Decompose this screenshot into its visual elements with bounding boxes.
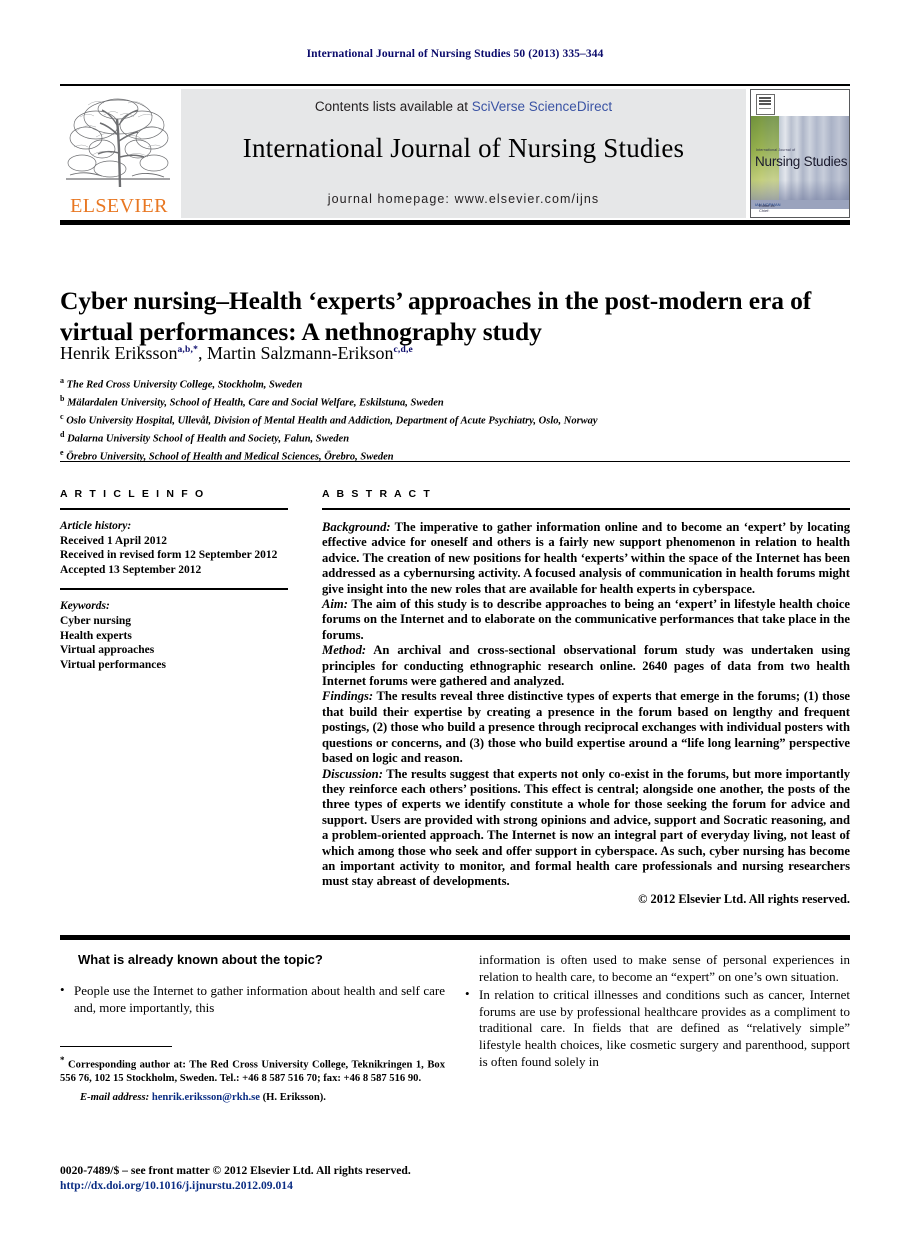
abstract-section-text: The imperative to gather information onl…	[322, 520, 850, 596]
keywords-divider	[60, 588, 288, 591]
cover-editor-label: Editor-in-Chief:	[759, 203, 776, 213]
email-label: E-mail address:	[80, 1091, 150, 1103]
footnote-block: * Corresponding author at: The Red Cross…	[60, 1046, 445, 1104]
elsevier-wordmark: ELSEVIER	[70, 195, 168, 217]
asterisk-icon: *	[60, 1055, 65, 1065]
running-head: International Journal of Nursing Studies…	[306, 48, 604, 60]
affiliation-item: b Mälardalen University, School of Healt…	[60, 392, 850, 410]
abstract-section-text: The results reveal three distinctive typ…	[322, 689, 850, 766]
email-note: E-mail address: henrik.eriksson@rkh.se (…	[60, 1091, 445, 1104]
abstract-section: Method: An archival and cross-sectional …	[322, 643, 850, 689]
abstract-column: A B S T R A C T Background: The imperati…	[322, 488, 850, 907]
issn-line: 0020-7489/$ – see front matter © 2012 El…	[60, 1164, 411, 1177]
journal-article-page: International Journal of Nursing Studies…	[0, 0, 907, 1238]
affiliation-text: The Red Cross University College, Stockh…	[66, 379, 303, 391]
abstract-section: Discussion: The results suggest that exp…	[322, 767, 850, 890]
affiliation-list: a The Red Cross University College, Stoc…	[60, 374, 850, 464]
highlight-bullet: In relation to critical illnesses and co…	[465, 986, 850, 1070]
highlights-title: What is already known about the topic?	[78, 952, 323, 967]
highlights-bullet-list: People use the Internet to gather inform…	[60, 982, 445, 1016]
author-marks-1: a,b,*	[177, 345, 199, 355]
affiliation-mark: a	[60, 376, 64, 385]
highlights-bullet-list-continued: In relation to critical illnesses and co…	[465, 986, 850, 1070]
author-name-2: Martin Salzmann-Erikson	[207, 343, 394, 363]
keyword-item: Health experts	[60, 629, 132, 642]
abstract-section-label: Discussion:	[322, 766, 383, 781]
abstract-section: Background: The imperative to gather inf…	[322, 520, 850, 597]
keywords-block: Keywords: Cyber nursing Health experts V…	[60, 599, 288, 672]
cover-publisher-logo-icon	[756, 94, 775, 115]
affiliation-text: Mälardalen University, School of Health,…	[67, 397, 444, 409]
author-list: Henrik Erikssona,b,*, Martin Salzmann-Er…	[60, 343, 850, 364]
article-info-rule	[60, 508, 288, 510]
author-marks-2: c,d,e	[393, 345, 413, 355]
highlights-top-rule	[60, 935, 850, 940]
abstract-section-label: Method:	[322, 643, 367, 658]
cover-editor-strip: Editor-in-Chief: IAN NORMAN	[751, 200, 849, 213]
abstract-section-label: Findings:	[322, 689, 374, 704]
affiliation-text: Dalarna University School of Health and …	[67, 433, 350, 445]
article-info-column: A R T I C L E I N F O Article history: R…	[60, 488, 288, 672]
corresponding-author-text: Corresponding author at: The Red Cross U…	[60, 1059, 445, 1084]
abstract-copyright: © 2012 Elsevier Ltd. All rights reserved…	[638, 891, 850, 906]
corresponding-author-note: * Corresponding author at: The Red Cross…	[60, 1054, 445, 1085]
highlights-right-column: information is often used to make sense …	[465, 952, 850, 1072]
cover-kicker: International Journal of	[756, 148, 796, 152]
abstract-section: Findings: The results reveal three disti…	[322, 689, 850, 766]
journal-banner: Contents lists available at SciVerse Sci…	[181, 89, 746, 218]
masthead-bottom-rule	[60, 220, 850, 225]
author-name-1: Henrik Eriksson	[60, 343, 178, 363]
highlight-bullet: People use the Internet to gather inform…	[60, 982, 445, 1016]
doi-link[interactable]: http://dx.doi.org/10.1016/j.ijnurstu.201…	[60, 1178, 480, 1193]
abstract-heading: A B S T R A C T	[322, 488, 432, 500]
history-item: Accepted 13 September 2012	[60, 563, 202, 576]
email-link[interactable]: henrik.eriksson@rkh.se	[152, 1092, 260, 1103]
journal-cover-thumbnail: International Journal of Nursing Studies…	[750, 89, 850, 218]
highlights-left-column: What is already known about the topic? P…	[60, 952, 445, 1018]
keywords-label: Keywords:	[60, 600, 110, 613]
contents-line: Contents lists available at SciVerse Sci…	[181, 99, 746, 114]
article-title: Cyber nursing–Health ‘experts’ approache…	[60, 286, 812, 347]
affiliation-mark: c	[60, 411, 64, 421]
abstract-section: Aim: The aim of this study is to describ…	[322, 597, 850, 643]
affiliation-mark: e	[60, 447, 64, 457]
highlight-continuation: information is often used to make sense …	[479, 952, 850, 984]
abstract-section-label: Background:	[322, 520, 391, 534]
history-item: Received in revised form 12 September 20…	[60, 549, 278, 562]
affiliation-item: c Oslo University Hospital, Ullevål, Div…	[60, 410, 850, 428]
email-suffix: (H. Eriksson).	[259, 1091, 326, 1103]
abstract-body: Background: The imperative to gather inf…	[322, 520, 850, 890]
affiliation-text: Oslo University Hospital, Ullevål, Divis…	[66, 415, 598, 427]
contents-prefix: Contents lists available at	[314, 99, 472, 114]
article-info-top-rule	[60, 461, 850, 462]
journal-masthead: ELSEVIER Contents lists available at Sci…	[60, 84, 850, 220]
affiliation-item: d Dalarna University School of Health an…	[60, 428, 850, 446]
author-separator: ,	[198, 343, 208, 363]
abstract-section-text: The results suggest that experts not onl…	[322, 766, 850, 889]
abstract-section-label: Aim:	[322, 597, 348, 612]
keyword-item: Virtual performances	[60, 658, 166, 671]
journal-homepage[interactable]: journal homepage: www.elsevier.com/ijns	[181, 192, 746, 206]
abstract-section-text: An archival and cross-sectional observat…	[322, 643, 850, 689]
abstract-section-text: The aim of this study is to describe app…	[322, 597, 850, 642]
affiliation-mark: d	[60, 429, 65, 439]
journal-title: International Journal of Nursing Studies	[242, 133, 685, 163]
abstract-rule	[322, 508, 850, 510]
affiliation-item: a The Red Cross University College, Stoc…	[60, 374, 850, 392]
keyword-item: Virtual approaches	[60, 644, 155, 657]
issn-doi-block: 0020-7489/$ – see front matter © 2012 El…	[60, 1163, 480, 1193]
cover-journal-name: Nursing Studies	[755, 154, 848, 169]
affiliation-mark: b	[60, 393, 65, 403]
sciencedirect-link[interactable]: SciVerse ScienceDirect	[472, 99, 612, 114]
elsevier-tree-icon	[66, 98, 170, 188]
footnote-rule	[60, 1046, 172, 1047]
keyword-item: Cyber nursing	[60, 614, 132, 627]
article-history-block: Article history: Received 1 April 2012 R…	[60, 519, 288, 577]
article-history-label: Article history:	[60, 520, 132, 532]
history-item: Received 1 April 2012	[60, 534, 167, 547]
article-info-heading: A R T I C L E I N F O	[60, 488, 206, 500]
elsevier-logo: ELSEVIER	[60, 89, 178, 218]
